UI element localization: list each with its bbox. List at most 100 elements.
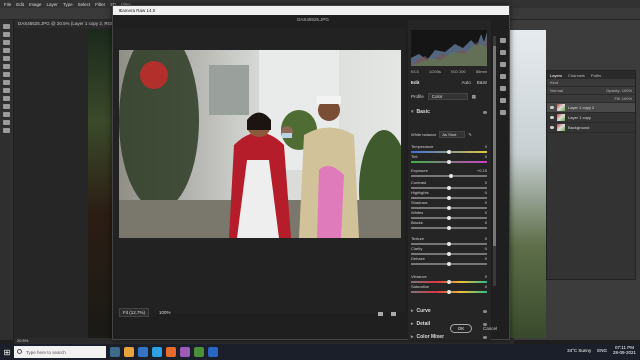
tab-channels[interactable]: Channels xyxy=(568,73,585,78)
slider-value[interactable]: 0 xyxy=(485,190,487,195)
more-icon[interactable] xyxy=(500,110,506,115)
menu-select[interactable]: Select xyxy=(78,2,91,7)
edge-browser-icon[interactable] xyxy=(138,347,148,357)
slider-handle[interactable] xyxy=(447,261,451,266)
task-view-icon[interactable] xyxy=(110,347,120,357)
slider-value[interactable]: 0 xyxy=(485,246,487,251)
scrollbar-thumb[interactable] xyxy=(493,46,496,246)
before-after-icon[interactable] xyxy=(391,312,396,316)
layer-row[interactable]: Layer 1 copy xyxy=(547,113,635,123)
taskbar-search[interactable]: Type here to search xyxy=(14,346,106,358)
slider-value[interactable]: 0 xyxy=(485,274,487,279)
slider-handle[interactable] xyxy=(447,251,451,256)
eyedropper-icon[interactable]: ✎ xyxy=(468,132,471,137)
healing-tool-icon[interactable] xyxy=(500,62,506,67)
slider-handle[interactable] xyxy=(447,149,451,154)
stamp-tool-icon[interactable] xyxy=(3,80,10,85)
file-explorer-icon[interactable] xyxy=(124,347,134,357)
pen-tool-icon[interactable] xyxy=(3,104,10,109)
white-balance-select[interactable]: As Shot xyxy=(439,131,466,138)
mask-tool-icon[interactable] xyxy=(500,74,506,79)
crop-tool-icon[interactable] xyxy=(3,48,10,53)
slider-value[interactable]: 0 xyxy=(485,210,487,215)
app-icon[interactable] xyxy=(208,347,218,357)
slider-handle[interactable] xyxy=(447,159,451,164)
windows-start-icon[interactable]: ⊞ xyxy=(0,344,14,360)
healing-tool-icon[interactable] xyxy=(3,64,10,69)
slider-value[interactable]: 0 xyxy=(485,284,487,289)
slider-handle[interactable] xyxy=(447,241,451,246)
panel-scrollbar[interactable] xyxy=(493,36,496,286)
section-curve[interactable]: ▸ Curve xyxy=(411,308,487,314)
weather-widget[interactable]: 34°C Sunny xyxy=(567,348,591,353)
crop-tool-icon[interactable] xyxy=(500,50,506,55)
close-icon[interactable]: × xyxy=(119,8,506,13)
eye-icon[interactable] xyxy=(550,116,554,119)
layers-filter[interactable]: Kind xyxy=(547,79,635,87)
menu-file[interactable]: File xyxy=(4,2,11,7)
slider-value[interactable]: 0 xyxy=(485,256,487,261)
slider-value[interactable]: 0 xyxy=(485,220,487,225)
edit-tool-icon[interactable] xyxy=(500,38,506,43)
slider-handle[interactable] xyxy=(447,215,451,220)
fill-field[interactable]: Fill: 100% xyxy=(614,96,635,101)
zoom-value[interactable]: 100% xyxy=(159,310,171,315)
hand-tool-icon[interactable] xyxy=(3,120,10,125)
zoom-fit-select[interactable]: Fit (12.7%) xyxy=(119,307,150,317)
eraser-tool-icon[interactable] xyxy=(3,88,10,93)
cancel-button[interactable]: Cancel xyxy=(479,324,501,333)
app-icon[interactable] xyxy=(194,347,204,357)
filter-kind[interactable]: Kind xyxy=(550,80,558,85)
language-indicator[interactable]: ENG xyxy=(597,348,607,353)
tab-paths[interactable]: Paths xyxy=(591,73,601,78)
layer-row[interactable]: Background xyxy=(547,123,635,133)
presets-icon[interactable] xyxy=(500,98,506,103)
menu-image[interactable]: Image xyxy=(29,2,42,7)
profile-select[interactable]: Color xyxy=(427,93,468,100)
section-detail[interactable]: ▸ Detail xyxy=(411,321,487,327)
brush-tool-icon[interactable] xyxy=(3,72,10,77)
slider-handle[interactable] xyxy=(447,279,451,284)
slider-saturation[interactable]: Saturation 0 xyxy=(411,284,487,295)
auto-button[interactable]: Auto xyxy=(461,80,470,85)
slider-handle[interactable] xyxy=(447,289,451,294)
premiere-app-icon[interactable] xyxy=(180,347,190,357)
clock[interactable]: 07:11 PM 28-09-2021 xyxy=(613,345,636,355)
eye-icon[interactable] xyxy=(550,126,554,129)
slider-value[interactable]: 0 xyxy=(485,236,487,241)
slider-handle[interactable] xyxy=(447,185,451,190)
menu-edit[interactable]: Edit xyxy=(16,2,24,7)
slider-handle[interactable] xyxy=(447,205,451,210)
visibility-eye-icon[interactable] xyxy=(483,110,487,114)
opacity-field[interactable]: Opacity: 100% xyxy=(606,88,635,93)
bw-button[interactable]: B&W xyxy=(477,80,487,85)
slider-handle[interactable] xyxy=(447,195,451,200)
menu-filter[interactable]: Filter xyxy=(95,2,105,7)
slider-dehaze[interactable]: Dehaze 0 xyxy=(411,256,487,267)
preview-photo[interactable] xyxy=(119,50,401,238)
eyedropper-tool-icon[interactable] xyxy=(3,56,10,61)
menu-type[interactable]: Type xyxy=(63,2,73,7)
slider-blacks[interactable]: Blacks 0 xyxy=(411,220,487,231)
menu-layer[interactable]: Layer xyxy=(47,2,58,7)
marquee-tool-icon[interactable] xyxy=(3,32,10,37)
lasso-tool-icon[interactable] xyxy=(3,40,10,45)
app-icon[interactable] xyxy=(166,347,176,357)
move-tool-icon[interactable] xyxy=(3,24,10,29)
redeye-tool-icon[interactable] xyxy=(500,86,506,91)
slider-value[interactable]: 0 xyxy=(485,200,487,205)
gradient-tool-icon[interactable] xyxy=(3,96,10,101)
slider-value[interactable]: 0 xyxy=(485,144,487,149)
tab-layers[interactable]: Layers xyxy=(550,73,562,78)
slider-tint[interactable]: Tint 0 xyxy=(411,154,487,165)
slider-exposure[interactable]: Exposure +0.15 xyxy=(411,168,487,179)
photoshop-app-icon[interactable] xyxy=(152,347,162,357)
blend-mode-select[interactable]: Normal xyxy=(550,88,563,93)
visibility-eye-icon[interactable] xyxy=(483,335,487,339)
eye-icon[interactable] xyxy=(550,106,554,109)
ok-button[interactable]: OK xyxy=(450,324,472,333)
slider-handle[interactable] xyxy=(448,173,453,178)
slider-handle[interactable] xyxy=(447,225,451,230)
slider-value[interactable]: 0 xyxy=(485,180,487,185)
visibility-eye-icon[interactable] xyxy=(483,309,487,313)
